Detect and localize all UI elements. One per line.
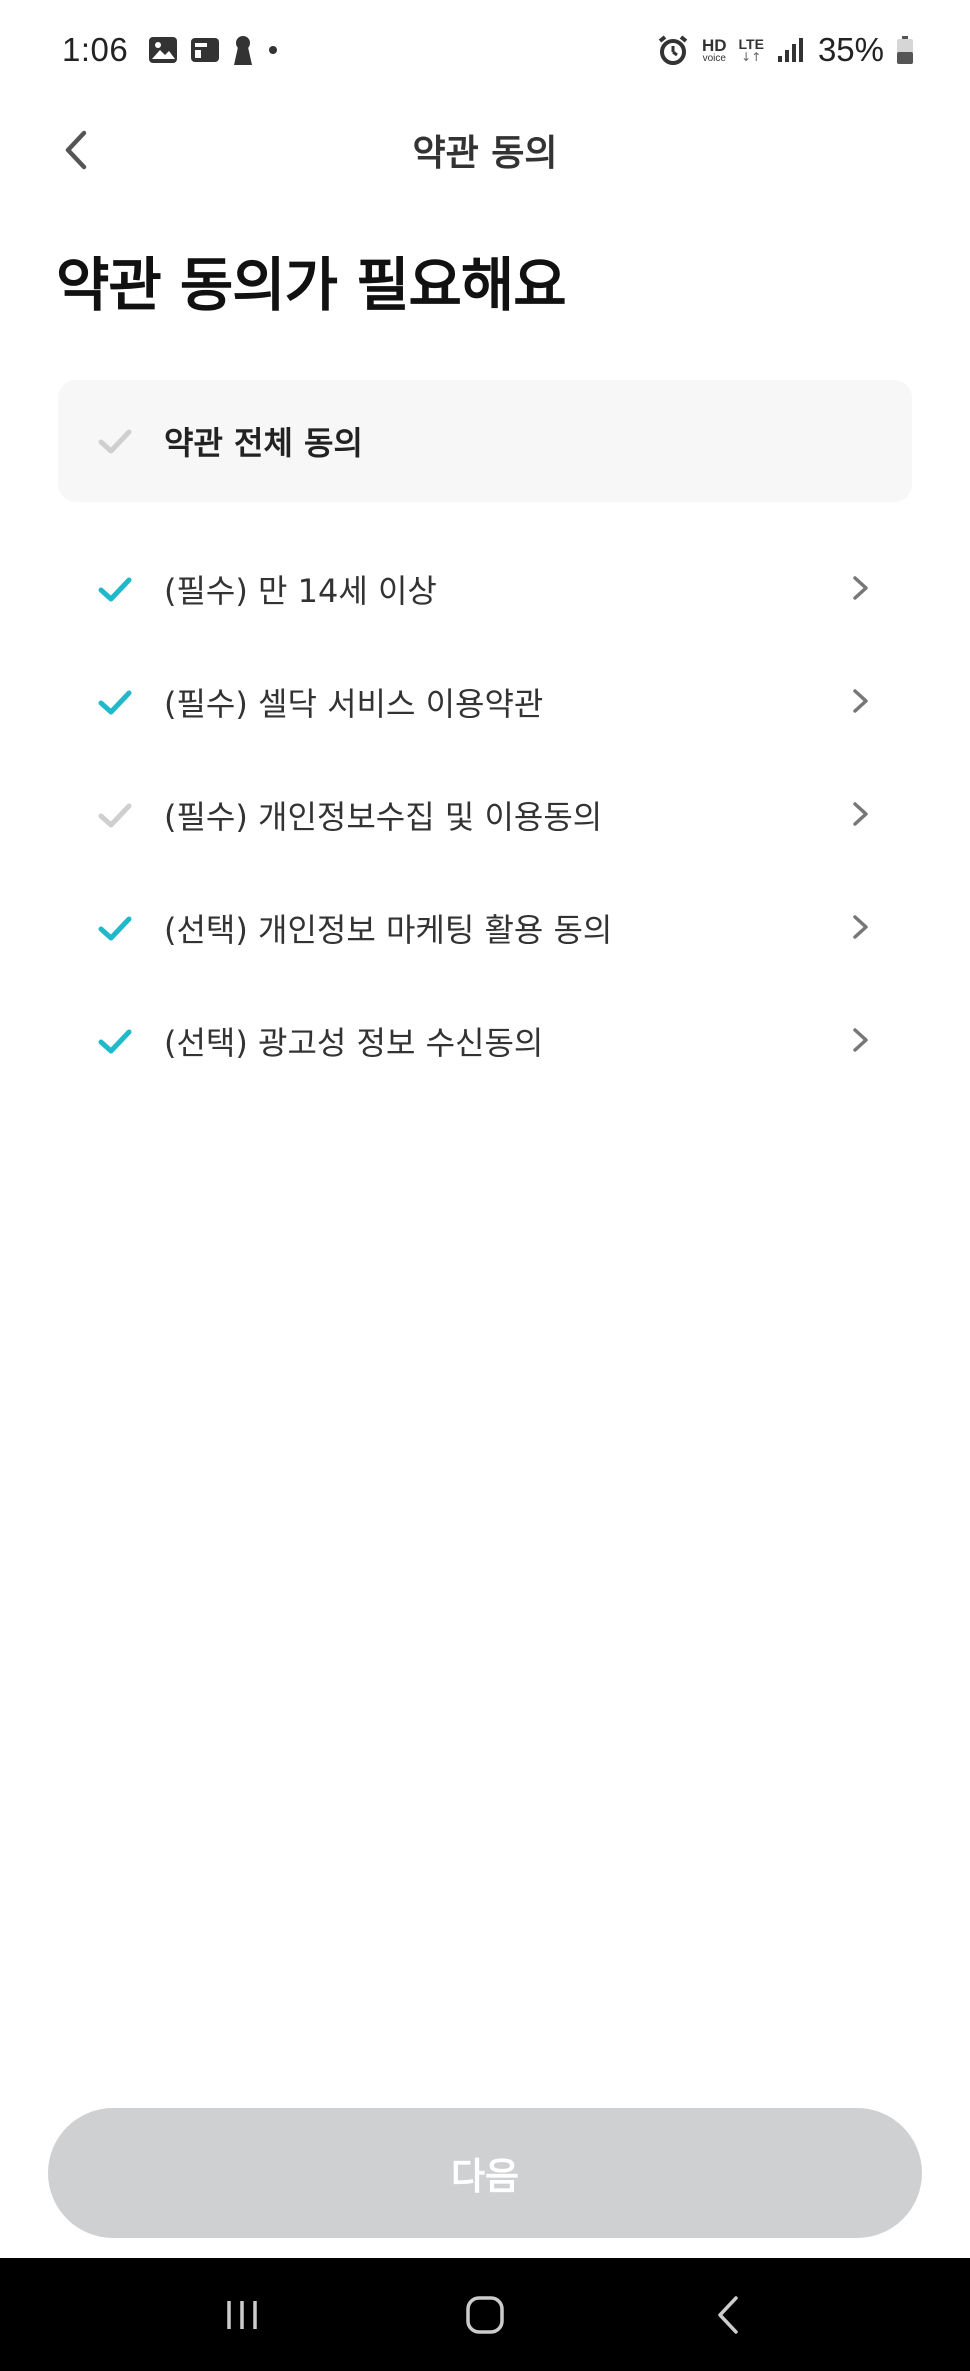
chevron-right-icon[interactable] (842, 909, 878, 945)
term-label: (필수) 셀닥 서비스 이용약관 (164, 684, 544, 723)
gallery-icon (149, 37, 178, 63)
term-item-privacy[interactable]: (필수) 개인정보수집 및 이용동의 (58, 758, 912, 871)
chevron-right-icon[interactable] (842, 570, 878, 606)
screen: 1:06 HD voice LTE ↓↑ 35% 약관 동의 약관 동의가 필요… (0, 0, 970, 2371)
home-button[interactable] (455, 2285, 515, 2345)
lte-text: LTE (738, 36, 764, 52)
term-item-advertising[interactable]: (선택) 광고성 정보 수신동의 (58, 984, 912, 1097)
app-header: 약관 동의 (0, 100, 970, 200)
signal-icon (777, 38, 803, 62)
next-button[interactable]: 다음 (48, 2108, 922, 2238)
home-icon (466, 2295, 504, 2334)
status-notification-icons (148, 35, 280, 65)
back-icon (718, 2295, 739, 2334)
lte-icon: LTE ↓↑ (739, 37, 764, 63)
term-label: (선택) 광고성 정보 수신동의 (164, 1023, 544, 1062)
battery-icon (897, 36, 913, 64)
check-icon[interactable] (96, 909, 134, 947)
keyhole-icon (234, 36, 253, 65)
chevron-right-icon[interactable] (842, 796, 878, 832)
term-item-marketing[interactable]: (선택) 개인정보 마케팅 활용 동의 (58, 871, 912, 984)
term-item-age[interactable]: (필수) 만 14세 이상 (58, 532, 912, 645)
status-bar: 1:06 HD voice LTE ↓↑ 35% (0, 0, 970, 100)
header-title: 약관 동의 (412, 133, 558, 174)
recent-apps-icon (226, 2300, 257, 2329)
term-label: (필수) 개인정보수집 및 이용동의 (164, 797, 603, 836)
voice-text: voice (702, 52, 726, 64)
battery-percent: 35% (817, 31, 884, 68)
chevron-right-icon[interactable] (842, 1022, 878, 1058)
card-icon (191, 38, 220, 62)
check-icon[interactable] (96, 570, 134, 608)
check-icon[interactable] (96, 683, 134, 721)
data-arrows-icon: ↓↑ (741, 50, 762, 64)
agree-all-label: 약관 전체 동의 (164, 424, 363, 462)
status-time: 1:06 (62, 31, 129, 68)
system-nav-bar (0, 2258, 970, 2371)
recent-apps-button[interactable] (212, 2285, 272, 2345)
status-left: 1:06 (62, 31, 280, 69)
agree-all-checkbox[interactable]: 약관 전체 동의 (58, 380, 912, 502)
terms-list: (필수) 만 14세 이상 (필수) 셀닥 서비스 이용약관 (필수) 개인정보… (58, 532, 912, 1097)
term-label: (선택) 개인정보 마케팅 활용 동의 (164, 910, 613, 949)
check-icon[interactable] (96, 796, 134, 834)
status-right: HD voice LTE ↓↑ 35% (656, 31, 914, 69)
hd-text: HD (701, 35, 727, 55)
term-label: (필수) 만 14세 이상 (164, 571, 437, 610)
alarm-icon (658, 35, 688, 65)
hd-voice-icon: HD voice (702, 37, 727, 64)
dot-icon (269, 46, 278, 54)
check-icon[interactable] (96, 1022, 134, 1060)
chevron-left-icon (65, 130, 87, 170)
back-button[interactable] (52, 126, 100, 174)
system-back-button[interactable] (698, 2285, 758, 2345)
check-icon (98, 429, 132, 454)
page-title: 약관 동의가 필요해요 (56, 251, 567, 319)
term-item-service[interactable]: (필수) 셀닥 서비스 이용약관 (58, 645, 912, 758)
chevron-right-icon[interactable] (842, 683, 878, 719)
